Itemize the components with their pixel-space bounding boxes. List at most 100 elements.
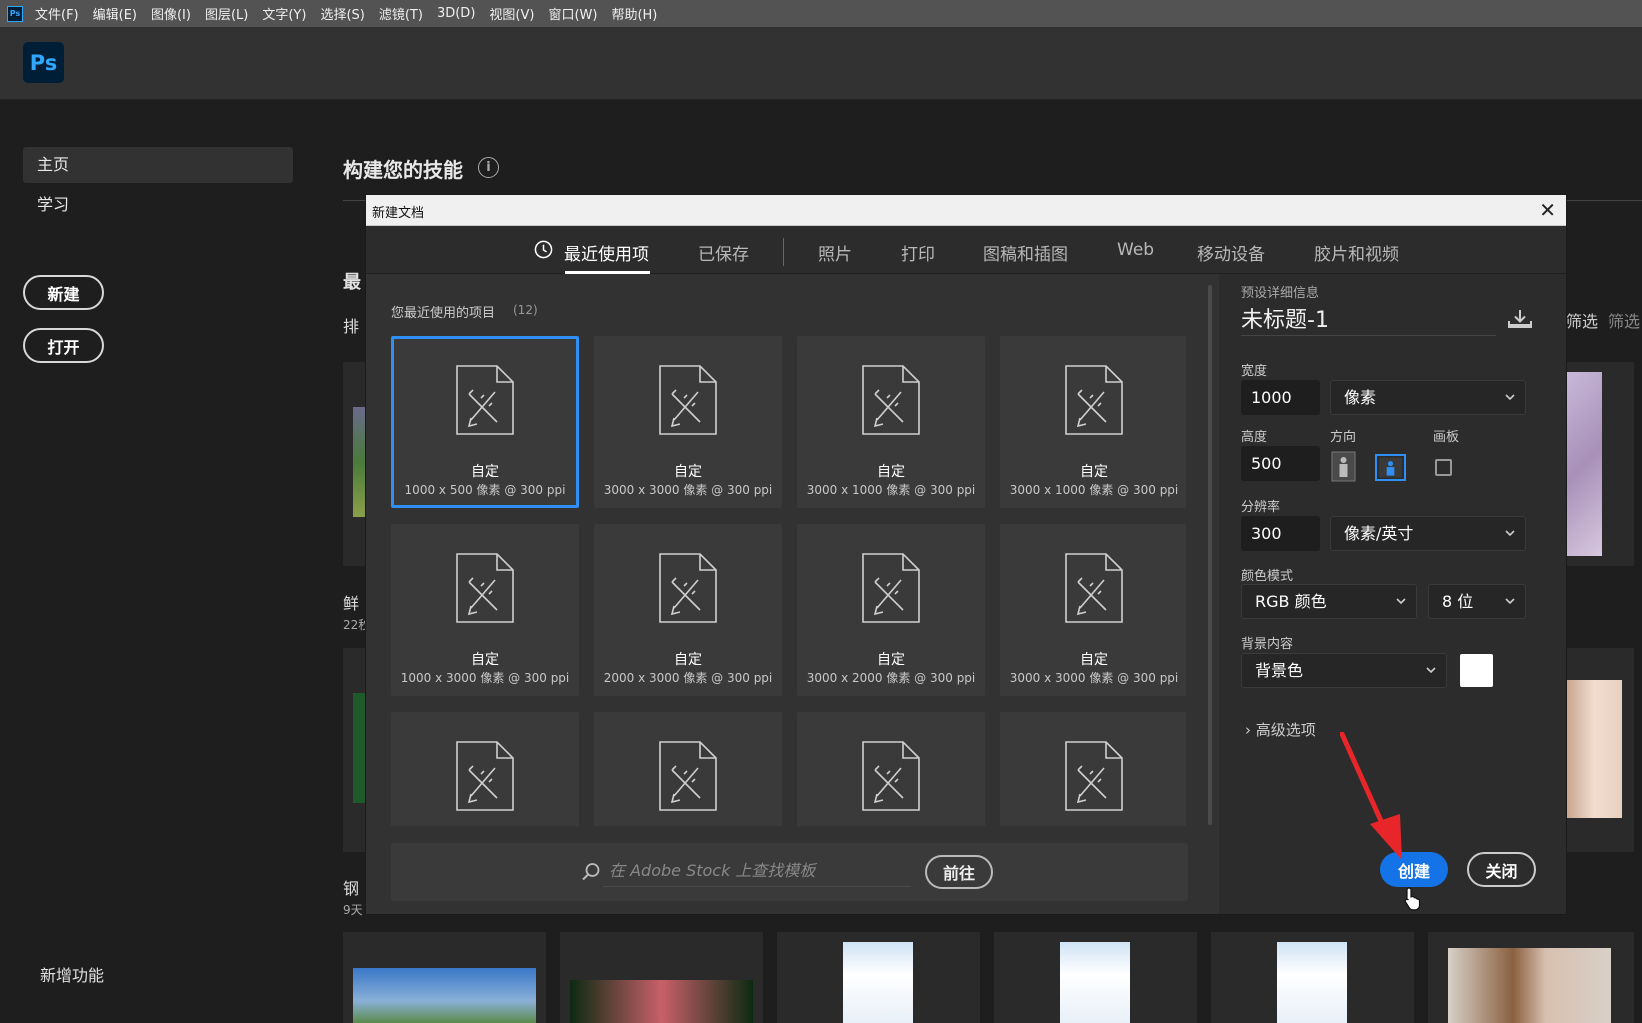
advanced-options-label: 高级选项 bbox=[1255, 721, 1316, 739]
sort-fragment[interactable]: 排 bbox=[343, 313, 363, 337]
document-template-icon bbox=[659, 365, 717, 435]
stock-search-input[interactable]: 在 Adobe Stock 上查找模板 bbox=[603, 859, 911, 887]
preset-card[interactable]: 自定 3000 x 3000 像素 @ 300 ppi bbox=[1000, 524, 1186, 696]
document-template-icon bbox=[862, 553, 920, 623]
width-unit-select[interactable]: 像素 bbox=[1330, 380, 1526, 415]
menu-bar: Ps 文件(F) 编辑(E) 图像(I) 图层(L) 文字(Y) 选择(S) 滤… bbox=[0, 0, 1642, 27]
recent-file-thumbnail[interactable] bbox=[560, 932, 763, 1023]
orientation-label: 方向 bbox=[1330, 430, 1357, 445]
preset-card[interactable] bbox=[1000, 712, 1186, 826]
preset-card[interactable]: 自定 3000 x 3000 像素 @ 300 ppi bbox=[594, 336, 782, 508]
menu-help[interactable]: 帮助(H) bbox=[611, 4, 657, 23]
menu-window[interactable]: 窗口(W) bbox=[548, 4, 597, 23]
recent-file-thumbnail[interactable] bbox=[994, 932, 1197, 1023]
tab-print[interactable]: 打印 bbox=[901, 240, 935, 265]
home-sidebar: 主页 学习 新建 打开 bbox=[0, 100, 310, 1023]
stock-go-button[interactable]: 前往 bbox=[925, 855, 993, 889]
menu-edit[interactable]: 编辑(E) bbox=[93, 4, 137, 23]
recent-file-thumbnail[interactable] bbox=[1211, 932, 1414, 1023]
menu-type[interactable]: 文字(Y) bbox=[262, 4, 306, 23]
bit-depth-select[interactable]: 8 位 bbox=[1428, 584, 1526, 619]
preset-card[interactable]: 自定 1000 x 500 像素 @ 300 ppi bbox=[391, 336, 579, 508]
filter-input[interactable]: 筛选 bbox=[1608, 308, 1642, 332]
tab-photo[interactable]: 照片 bbox=[818, 240, 852, 265]
new-features-link[interactable]: 新增功能 bbox=[40, 962, 104, 986]
artboard-checkbox[interactable] bbox=[1435, 459, 1452, 476]
recent-file-thumbnail[interactable] bbox=[343, 932, 546, 1023]
recent-file-thumbnail[interactable] bbox=[343, 648, 365, 852]
height-label: 高度 bbox=[1241, 430, 1268, 445]
preset-scrollbar[interactable] bbox=[1208, 285, 1212, 825]
new-button[interactable]: 新建 bbox=[23, 275, 104, 310]
photoshop-app-icon[interactable]: Ps bbox=[7, 5, 23, 22]
thumbnail-image bbox=[353, 407, 365, 517]
preset-title: 自定 bbox=[674, 652, 702, 668]
chevron-down-icon bbox=[1426, 667, 1436, 674]
tab-film-video[interactable]: 胶片和视频 bbox=[1314, 240, 1399, 265]
recent-file-thumbnail[interactable] bbox=[1428, 932, 1634, 1023]
document-template-icon bbox=[659, 553, 717, 623]
height-input[interactable]: 500 bbox=[1241, 446, 1320, 481]
close-button[interactable]: 关闭 bbox=[1467, 852, 1536, 887]
preset-card[interactable] bbox=[391, 712, 579, 826]
preset-card[interactable]: 自定 3000 x 2000 像素 @ 300 ppi bbox=[797, 524, 985, 696]
file-name-fragment[interactable]: 钢 bbox=[343, 875, 365, 899]
recent-file-thumbnail[interactable] bbox=[777, 932, 980, 1023]
menu-select[interactable]: 选择(S) bbox=[320, 4, 364, 23]
preset-title: 自定 bbox=[471, 464, 499, 480]
preset-grid: 自定 1000 x 500 像素 @ 300 ppi 自定 3000 x 3000 像… bbox=[391, 336, 1186, 826]
preset-detail: 2000 x 3000 像素 @ 300 ppi bbox=[603, 671, 773, 685]
preset-card[interactable]: 自定 3000 x 1000 像素 @ 300 ppi bbox=[1000, 336, 1186, 508]
preset-card[interactable] bbox=[594, 712, 782, 826]
recent-file-thumbnail[interactable] bbox=[1567, 648, 1634, 852]
width-label: 宽度 bbox=[1241, 364, 1268, 379]
preset-detail: 1000 x 3000 像素 @ 300 ppi bbox=[400, 671, 570, 685]
tab-saved[interactable]: 已保存 bbox=[698, 240, 749, 265]
tab-recent[interactable]: 最近使用项 bbox=[564, 240, 649, 265]
tab-web[interactable]: Web bbox=[1117, 240, 1154, 260]
color-mode-select[interactable]: RGB 颜色 bbox=[1241, 584, 1417, 619]
preset-card[interactable]: 自定 2000 x 3000 像素 @ 300 ppi bbox=[594, 524, 782, 696]
color-mode-label: 颜色模式 bbox=[1241, 569, 1294, 584]
filter-label[interactable]: 筛选 bbox=[1566, 308, 1598, 332]
sidebar-item-home[interactable]: 主页 bbox=[23, 147, 293, 183]
background-label: 背景内容 bbox=[1241, 637, 1294, 652]
tab-art-illustration[interactable]: 图稿和插图 bbox=[983, 240, 1068, 265]
adobe-stock-search-bar: 在 Adobe Stock 上查找模板 前往 bbox=[391, 843, 1188, 901]
dialog-close-icon[interactable]: ✕ bbox=[1539, 198, 1556, 222]
sidebar-item-learn[interactable]: 学习 bbox=[23, 187, 293, 223]
open-button[interactable]: 打开 bbox=[23, 328, 104, 363]
portrait-orientation-icon[interactable] bbox=[1331, 451, 1356, 482]
menu-3d[interactable]: 3D(D) bbox=[437, 6, 475, 21]
menu-filter[interactable]: 滤镜(T) bbox=[379, 4, 423, 23]
preset-card[interactable] bbox=[797, 712, 985, 826]
document-name-input[interactable]: 未标题-1 bbox=[1241, 302, 1496, 336]
preset-detail: 3000 x 1000 像素 @ 300 ppi bbox=[806, 483, 976, 497]
advanced-options-toggle[interactable]: › 高级选项 bbox=[1245, 719, 1316, 740]
preset-card[interactable]: 自定 3000 x 1000 像素 @ 300 ppi bbox=[797, 336, 985, 508]
menu-layer[interactable]: 图层(L) bbox=[205, 4, 248, 23]
save-preset-icon[interactable] bbox=[1507, 308, 1533, 330]
file-age-fragment: 22秒 bbox=[343, 618, 365, 632]
file-name-fragment[interactable]: 鲜 bbox=[343, 590, 365, 614]
menu-view[interactable]: 视图(V) bbox=[489, 4, 534, 23]
width-input[interactable]: 1000 bbox=[1241, 380, 1320, 415]
preset-tabs: 最近使用项 已保存 照片 打印 图稿和插图 Web 移动设备 胶片和视频 bbox=[366, 226, 1566, 274]
background-select[interactable]: 背景色 bbox=[1241, 653, 1447, 688]
search-icon bbox=[582, 863, 600, 881]
background-color-swatch[interactable] bbox=[1460, 654, 1493, 687]
resolution-unit-value: 像素/英寸 bbox=[1344, 524, 1414, 543]
menu-file[interactable]: 文件(F) bbox=[35, 4, 79, 23]
recent-file-thumbnail[interactable] bbox=[1567, 362, 1634, 566]
resolution-input[interactable]: 300 bbox=[1241, 516, 1320, 551]
landscape-orientation-icon[interactable] bbox=[1375, 454, 1406, 481]
resolution-unit-select[interactable]: 像素/英寸 bbox=[1330, 516, 1526, 551]
preset-card[interactable]: 自定 1000 x 3000 像素 @ 300 ppi bbox=[391, 524, 579, 696]
preset-detail: 3000 x 2000 像素 @ 300 ppi bbox=[806, 671, 976, 685]
preset-detail: 1000 x 500 像素 @ 300 ppi bbox=[404, 483, 566, 497]
tab-separator bbox=[783, 238, 784, 266]
info-icon[interactable]: i bbox=[478, 157, 499, 178]
recent-file-thumbnail[interactable] bbox=[343, 362, 365, 566]
tab-mobile[interactable]: 移动设备 bbox=[1197, 240, 1265, 265]
menu-image[interactable]: 图像(I) bbox=[151, 4, 191, 23]
